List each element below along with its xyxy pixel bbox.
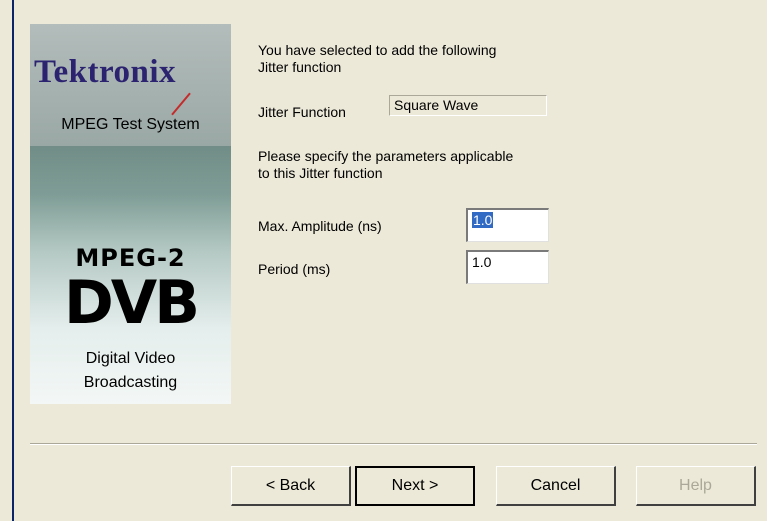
max-amplitude-value: 1.0 [472, 212, 494, 228]
dvb-caption-line2: Broadcasting [83, 374, 178, 391]
max-amplitude-label: Max. Amplitude (ns) [258, 218, 382, 234]
back-button[interactable]: < Back [231, 466, 351, 506]
period-label: Period (ms) [258, 261, 331, 277]
dvb-caption: Digital Video Broadcasting [30, 347, 231, 395]
intro-line2: Jitter function [258, 59, 342, 75]
dvb-logo: DVB [64, 268, 200, 338]
cancel-button[interactable]: Cancel [496, 466, 616, 506]
params-intro-text: Please specify the parameters applicable… [258, 148, 513, 182]
help-button[interactable]: Help [636, 466, 756, 506]
period-value: 1.0 [472, 254, 492, 270]
jitter-function-value: Square Wave [389, 95, 547, 116]
window-left-border [0, 0, 14, 521]
tektronix-logo: Tektronix [34, 54, 177, 90]
jitter-function-label: Jitter Function [258, 104, 346, 120]
wizard-banner-image: Tektronix MPEG Test System MPEG-2 DVB Di… [30, 24, 231, 404]
params-intro-line1: Please specify the parameters applicable [258, 148, 514, 164]
next-button[interactable]: Next > [355, 466, 475, 506]
button-separator [30, 443, 757, 445]
intro-text: You have selected to add the following J… [258, 42, 496, 76]
period-input[interactable]: 1.0 [466, 250, 549, 284]
intro-line1: You have selected to add the following [258, 42, 497, 58]
params-intro-line2: to this Jitter function [258, 165, 383, 181]
max-amplitude-input[interactable]: 1.0 [466, 208, 549, 242]
banner-subtitle: MPEG Test System [61, 116, 200, 133]
dvb-caption-line1: Digital Video [85, 350, 176, 367]
